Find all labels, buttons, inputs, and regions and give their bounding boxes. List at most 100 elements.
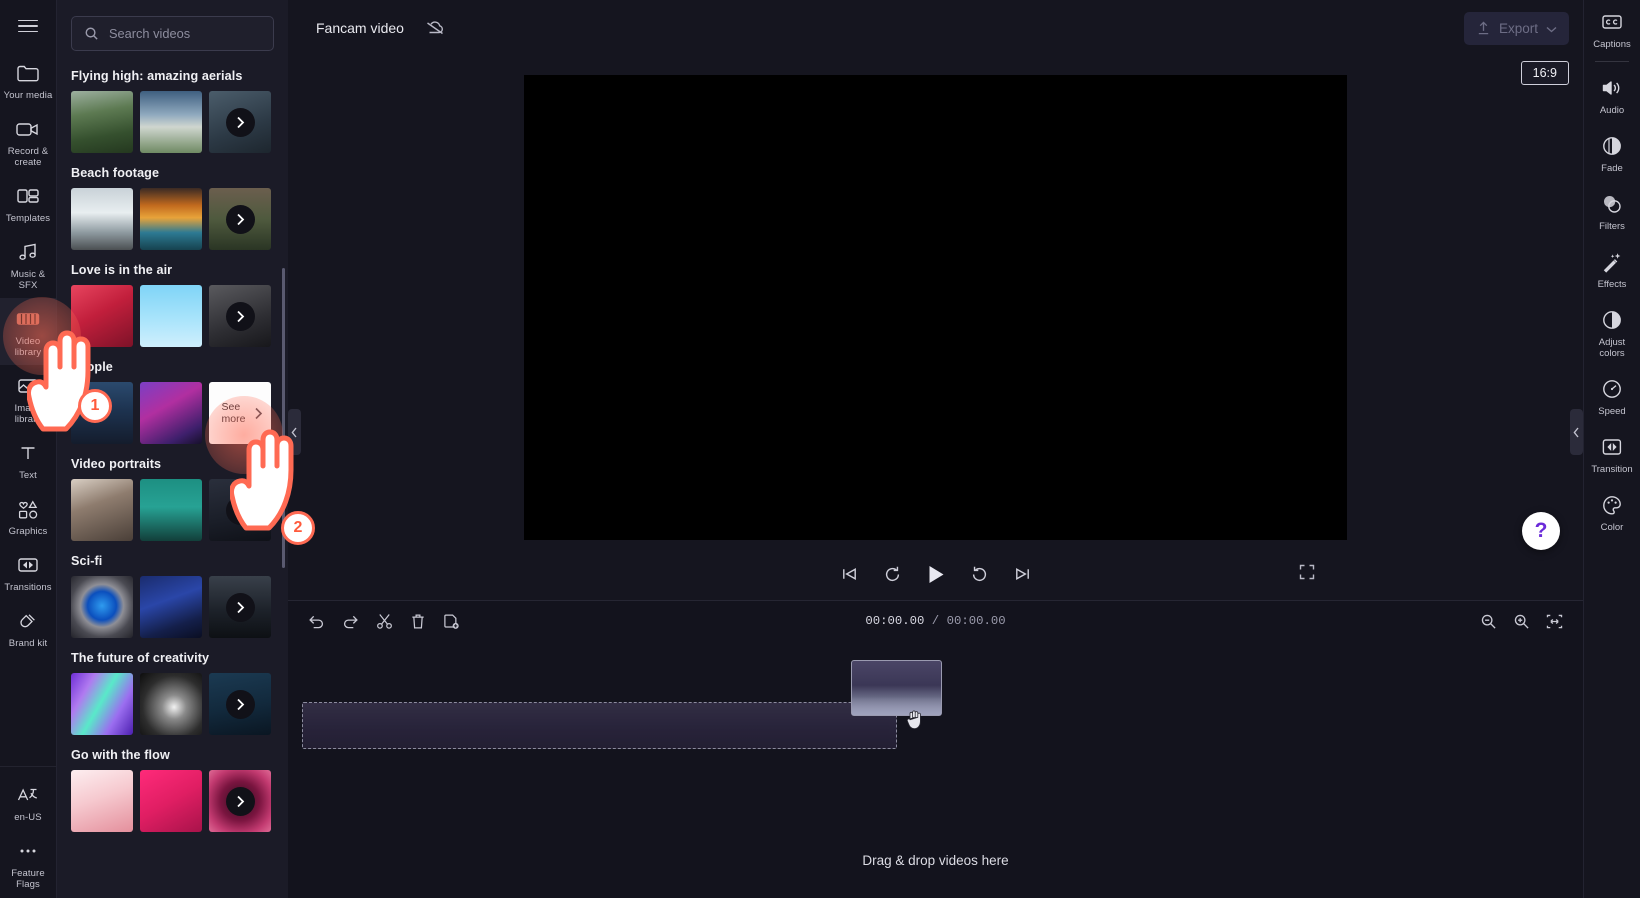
hamburger-menu-icon[interactable] [0, 0, 56, 52]
chevron-right-icon [225, 689, 255, 719]
sidebar-label: Brand kit [8, 638, 48, 649]
category-see-more-arrow[interactable] [209, 770, 271, 832]
category-see-more-arrow[interactable] [209, 285, 271, 347]
video-thumbnail[interactable] [140, 479, 202, 541]
property-item-transition[interactable]: Transition [1584, 425, 1640, 483]
property-item-filters[interactable]: Filters [1584, 182, 1640, 240]
thumbnail-row: See more [71, 382, 288, 444]
search-icon [85, 27, 98, 40]
category-see-more-arrow[interactable] [209, 479, 271, 541]
play-button[interactable] [926, 564, 946, 585]
rewind-arrow-icon[interactable] [883, 565, 902, 584]
split-button[interactable] [376, 613, 393, 630]
sidebar-item-image-library[interactable]: Image library [0, 365, 56, 432]
video-thumbnail[interactable] [140, 382, 202, 444]
fullscreen-icon[interactable] [1299, 564, 1315, 585]
video-thumbnail[interactable] [71, 673, 133, 735]
category-see-more-arrow[interactable] [209, 188, 271, 250]
video-canvas[interactable] [524, 74, 1347, 540]
total-time: 00:00.00 [946, 614, 1006, 628]
video-thumbnail[interactable] [140, 91, 202, 153]
video-thumbnail[interactable] [71, 479, 133, 541]
property-item-captions[interactable]: Captions [1584, 0, 1640, 58]
timeline-toolbar: 00:00.00 / 00:00.00 [288, 601, 1583, 641]
see-more-text: See more [222, 401, 252, 425]
redo-button[interactable] [342, 614, 359, 629]
timeline-body[interactable]: Drag & drop videos here [288, 641, 1583, 898]
sidebar-item-brand-kit[interactable]: Brand kit [0, 600, 56, 656]
search-box[interactable] [71, 16, 274, 51]
project-title[interactable]: Fancam video [310, 15, 410, 41]
export-button[interactable]: Export [1463, 11, 1569, 45]
property-item-adjust-colors[interactable]: Adjust colors [1584, 298, 1640, 367]
property-item-audio[interactable]: Audio [1584, 66, 1640, 124]
category-people: People See more [71, 360, 288, 444]
sidebar-item-transitions[interactable]: Transitions [0, 544, 56, 600]
library-scrollbar[interactable] [282, 268, 285, 568]
undo-button[interactable] [308, 614, 325, 629]
collapse-property-panel-handle[interactable] [1570, 409, 1583, 455]
video-thumbnail[interactable] [140, 673, 202, 735]
sidebar-item-video-library[interactable]: Video library [0, 298, 56, 365]
category-see-more-arrow[interactable] [209, 673, 271, 735]
video-thumbnail[interactable] [71, 91, 133, 153]
property-label: Color [1600, 522, 1624, 533]
video-thumbnail[interactable] [71, 188, 133, 250]
sidebar-item-templates[interactable]: Templates [0, 175, 56, 231]
cloud-off-icon[interactable] [424, 19, 446, 37]
sidebar-item-music-sfx[interactable]: Music & SFX [0, 231, 56, 298]
forward-arrow-icon[interactable] [970, 565, 989, 584]
category-title: Go with the flow [71, 748, 170, 762]
transition-icon [16, 553, 40, 577]
sidebar-item-text[interactable]: Text [0, 432, 56, 488]
category-see-more-arrow[interactable] [209, 576, 271, 638]
video-thumbnail[interactable] [71, 382, 133, 444]
property-item-color[interactable]: Color [1584, 483, 1640, 541]
search-input[interactable] [109, 26, 261, 41]
delete-button[interactable] [410, 613, 426, 630]
category-title: The future of creativity [71, 651, 210, 665]
filters-circles-icon [1601, 192, 1623, 216]
property-item-speed[interactable]: Speed [1584, 367, 1640, 425]
see-more-card[interactable]: See more [209, 382, 271, 444]
help-button[interactable]: ? [1522, 512, 1560, 550]
sidebar-item-feature-flags[interactable]: Feature Flags [0, 831, 56, 898]
collapse-library-panel-handle[interactable] [288, 409, 301, 455]
zoom-out-button[interactable] [1480, 613, 1497, 630]
video-thumbnail[interactable] [140, 576, 202, 638]
chevron-right-icon [225, 495, 255, 525]
video-thumbnail[interactable] [140, 285, 202, 347]
skip-forward-icon[interactable] [1013, 566, 1032, 582]
sidebar-item-graphics[interactable]: Graphics [0, 488, 56, 544]
video-thumbnail[interactable] [71, 576, 133, 638]
property-item-fade[interactable]: Fade [1584, 124, 1640, 182]
sidebar-item-language[interactable]: en-US [0, 775, 56, 831]
property-item-effects[interactable]: Effects [1584, 240, 1640, 298]
category-title: Love is in the air [71, 263, 173, 277]
category-title: Sci-fi [71, 554, 103, 568]
timeline: 00:00.00 / 00:00.00 Drag & drop videos h… [288, 600, 1583, 898]
magic-wand-icon [1601, 250, 1623, 274]
skip-back-icon[interactable] [840, 566, 859, 582]
category-title: Beach footage [71, 166, 160, 180]
video-thumbnail[interactable] [71, 770, 133, 832]
half-circle-icon [1601, 308, 1623, 332]
property-label: Filters [1599, 221, 1625, 232]
fit-to-screen-button[interactable] [1546, 614, 1563, 629]
video-thumbnail[interactable] [140, 770, 202, 832]
left-rail-items: Your media Record & create Templates Mus… [0, 52, 56, 656]
editor-main: Fancam video Export 16:9 00:00.00 / 00:0… [288, 0, 1583, 898]
chevron-down-icon [1546, 21, 1557, 36]
aspect-ratio-button[interactable]: 16:9 [1520, 61, 1569, 85]
zoom-in-button[interactable] [1513, 613, 1530, 630]
sidebar-label: Video library [14, 336, 42, 358]
video-thumbnail[interactable] [71, 285, 133, 347]
ellipsis-icon [16, 839, 40, 863]
video-thumbnail[interactable] [140, 188, 202, 250]
dragged-clip-preview[interactable] [851, 660, 942, 716]
sidebar-item-your-media[interactable]: Your media [0, 52, 56, 108]
sidebar-item-record-create[interactable]: Record & create [0, 108, 56, 175]
category-see-more-arrow[interactable] [209, 91, 271, 153]
property-label: Fade [1601, 163, 1623, 174]
duplicate-button[interactable] [443, 613, 460, 630]
